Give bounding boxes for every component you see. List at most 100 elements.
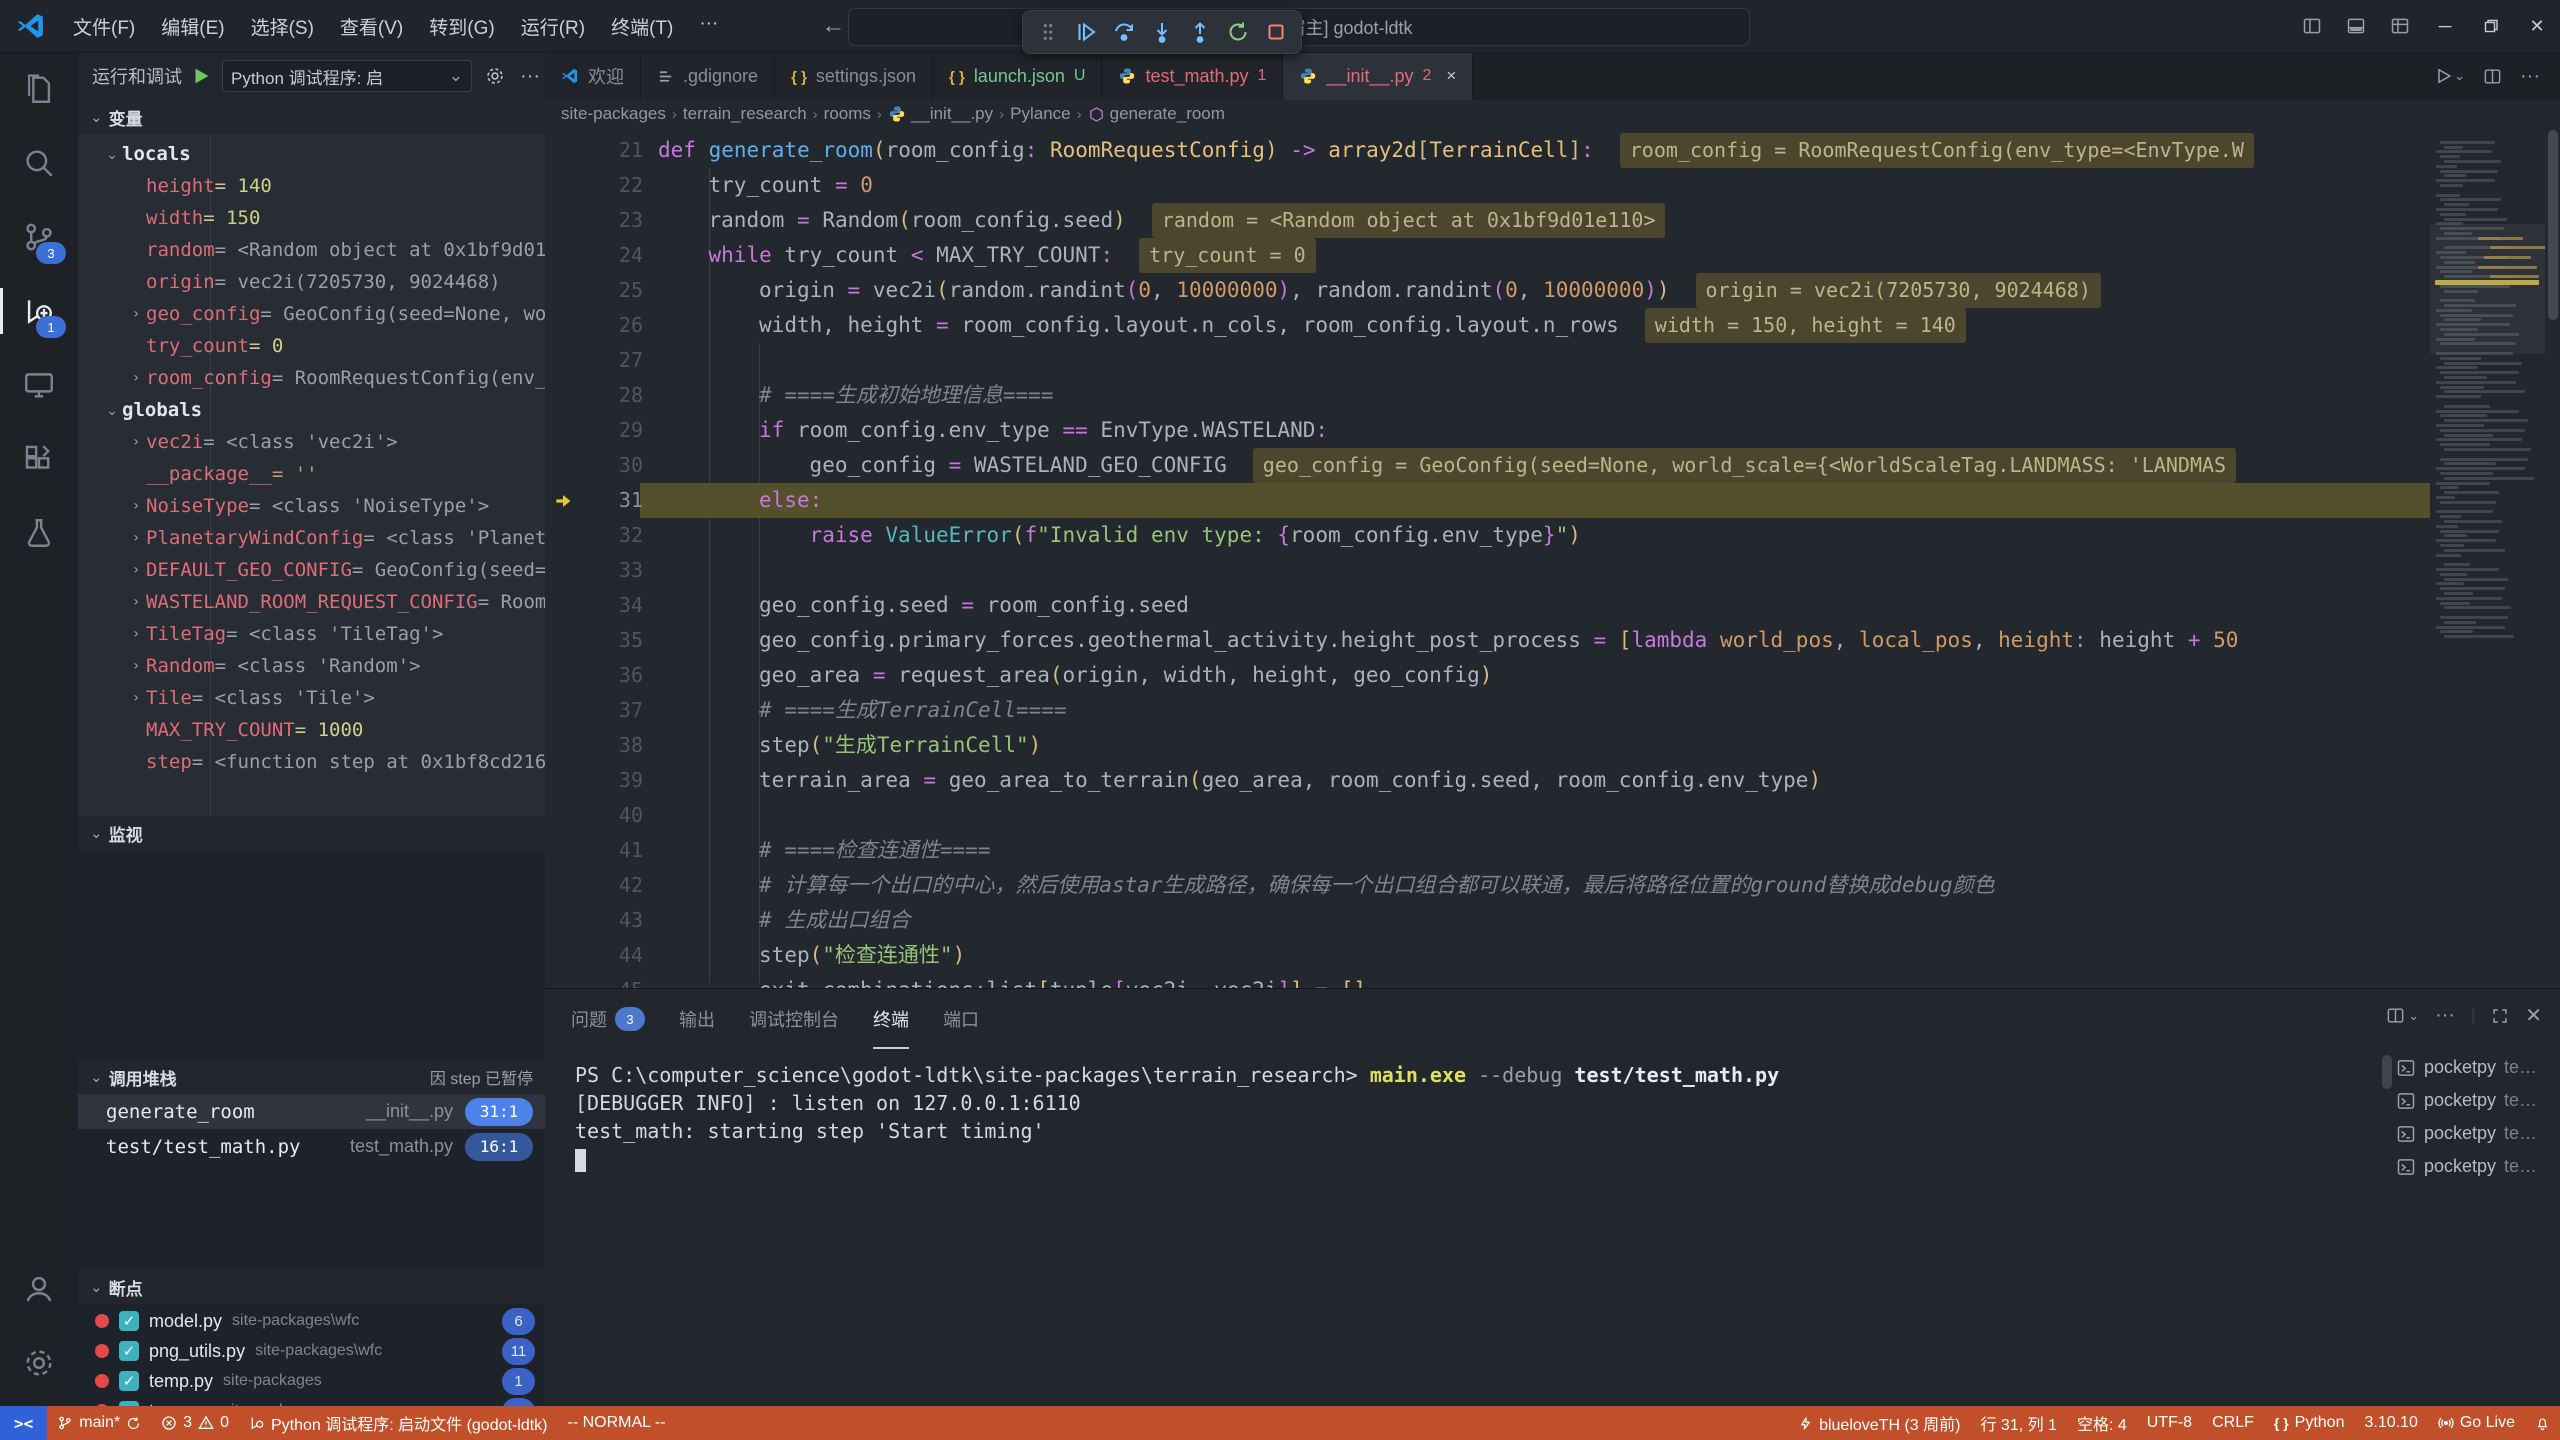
variable-row[interactable]: origin = vec2i(7205730, 9024468) [78,266,545,298]
breakpoint-checkbox[interactable]: ✓ [119,1311,139,1331]
toggle-sidebar-icon[interactable] [2290,0,2334,52]
breakpoint-row[interactable]: ✓model.pysite-packages\wfc6 [78,1306,545,1336]
tab-settings.json[interactable]: { }settings.json [775,52,933,100]
variable-group[interactable]: ⌄locals [78,138,545,170]
activity-explorer[interactable] [0,52,78,126]
minimap[interactable] [2430,128,2545,988]
run-python-icon[interactable]: ⌄ [2434,66,2465,86]
variable-row[interactable]: random = <Random object at 0x1bf9d01e… [78,234,545,266]
menu-item[interactable]: 选择(S) [238,7,327,46]
activity-settings-gear[interactable] [0,1326,78,1400]
stop-icon[interactable] [1259,15,1293,49]
menu-item[interactable]: 转到(G) [416,7,507,46]
terminal-output[interactable]: PS C:\computer_science\godot-ldtk\site-p… [575,1061,2385,1391]
toggle-panel-icon[interactable] [2334,0,2378,52]
editor-scrollbar[interactable] [2546,128,2560,988]
breadcrumb-item[interactable]: terrain_research [683,104,807,124]
tab-test_math.py[interactable]: test_math.py1 [1102,52,1283,100]
section-watch[interactable]: ⌄监视 [78,816,545,850]
terminal-instance[interactable]: pocketpyte… [2396,1150,2546,1183]
close-icon[interactable]: × [1446,66,1456,86]
minimize-button[interactable]: ─ [2422,0,2468,52]
status-item-UTF-8[interactable]: UTF-8 [2137,1406,2202,1440]
debug-gear-icon[interactable] [484,65,506,87]
activity-testing[interactable] [0,496,78,570]
status-item-bell[interactable] [2525,1406,2560,1440]
start-debug-icon[interactable] [190,65,212,87]
debug-config-select[interactable]: Python 调试程序: 启 ⌄ [222,60,472,92]
variable-row[interactable]: try_count = 0 [78,330,545,362]
menu-item[interactable]: 终端(T) [598,7,686,46]
variable-row[interactable]: ›room_config = RoomRequestConfig(env_t… [78,362,545,394]
activity-source-control[interactable]: 3 [0,200,78,274]
menu-item[interactable]: 查看(V) [327,7,416,46]
variable-row[interactable]: height = 140 [78,170,545,202]
variable-row[interactable]: ›NoiseType = <class 'NoiseType'> [78,490,545,522]
split-terminal-icon[interactable]: ⌄ [2386,1006,2419,1025]
section-variables[interactable]: ⌄变量 [78,100,545,134]
status-item-main-[interactable]: main* [47,1406,151,1440]
variable-row[interactable]: MAX_TRY_COUNT = 1000 [78,714,545,746]
status-item--NORMAL-[interactable]: -- NORMAL -- [558,1406,676,1440]
status-item-Go-Live[interactable]: Go Live [2428,1406,2525,1440]
maximize-button[interactable] [2468,0,2514,52]
customize-layout-icon[interactable] [2378,0,2422,52]
menu-item[interactable]: 文件(F) [60,7,148,46]
breadcrumb-item[interactable]: site-packages [561,104,666,124]
variable-row[interactable]: step = <function step at 0x1bf8cd216d [78,746,545,778]
variable-row[interactable]: ›vec2i = <class 'vec2i'> [78,426,545,458]
more-actions-icon[interactable]: ··· [520,65,540,88]
status-item--31-1[interactable]: 行 31, 列 1 [1970,1406,2066,1440]
terminal-instance[interactable]: pocketpyte… [2396,1117,2546,1150]
menu-item[interactable]: 编辑(E) [148,7,237,46]
panel-tab-终端[interactable]: 终端 [873,989,909,1049]
breakpoint-row[interactable]: ✓temp.pysite-packages58 [78,1396,545,1406]
step-into-icon[interactable] [1145,15,1179,49]
variable-row[interactable]: ›TileTag = <class 'TileTag'> [78,618,545,650]
activity-remote-explorer[interactable] [0,348,78,422]
menu-item[interactable]: 运行(R) [508,7,598,46]
remote-indicator[interactable]: >< [0,1406,47,1440]
status-item-blueloveTH-3-[interactable]: blueloveTH (3 周前) [1788,1406,1970,1440]
status-item--4[interactable]: 空格: 4 [2067,1406,2137,1440]
breadcrumb-item[interactable]: Pylance [1010,104,1070,124]
variable-group[interactable]: ⌄globals [78,394,545,426]
restart-icon[interactable] [1221,15,1255,49]
code-editor[interactable]: 2021def generate_room(room_config: RoomR… [545,128,2430,988]
panel-scrollbar[interactable] [2382,1055,2392,1089]
breakpoint-row[interactable]: ✓png_utils.pysite-packages\wfc11 [78,1336,545,1366]
section-call-stack[interactable]: ⌄调用堆栈因 step 已暂停 [78,1060,545,1094]
variable-row[interactable]: ›Tile = <class 'Tile'> [78,682,545,714]
variable-row[interactable]: ›geo_config = GeoConfig(seed=None, wor… [78,298,545,330]
tab-launch.json[interactable]: { }launch.jsonU [933,52,1102,100]
maximize-panel-icon[interactable] [2491,1007,2509,1025]
variable-row[interactable]: ›DEFAULT_GEO_CONFIG = GeoConfig(seed=1… [78,554,545,586]
close-panel-icon[interactable]: ✕ [2525,1003,2542,1028]
terminal-instance[interactable]: pocketpyte… [2396,1051,2546,1084]
step-over-icon[interactable] [1107,15,1141,49]
variable-row[interactable]: ›WASTELAND_ROOM_REQUEST_CONFIG = RoomR… [78,586,545,618]
panel-tab-端口[interactable]: 端口 [943,989,979,1049]
split-editor-icon[interactable] [2483,67,2502,86]
breakpoint-row[interactable]: ✓temp.pysite-packages1 [78,1366,545,1396]
step-out-icon[interactable] [1183,15,1217,49]
call-stack-frame[interactable]: test/test_math.pytest_math.py16:1 [78,1129,545,1164]
tab-.gdignore[interactable]: .gdignore [641,52,775,100]
activity-account[interactable] [0,1252,78,1326]
variable-row[interactable]: width = 150 [78,202,545,234]
nav-back-icon[interactable]: ← [821,12,845,40]
breadcrumb-item[interactable]: rooms [824,104,871,124]
panel-tab-问题[interactable]: 问题3 [571,989,645,1049]
continue-icon[interactable] [1069,15,1103,49]
section-breakpoints[interactable]: ⌄断点 [78,1270,545,1304]
close-button[interactable]: ✕ [2514,0,2560,52]
activity-run-debug[interactable]: 1 [0,274,78,348]
variable-row[interactable]: __package__ = '' [78,458,545,490]
panel-more-icon[interactable]: ··· [2435,1004,2455,1027]
status-item-Python-godot-ldtk-[interactable]: Python 调试程序: 启动文件 (godot-ldtk) [239,1406,558,1440]
tab--[interactable]: 欢迎 [545,52,641,100]
editor-more-icon[interactable]: ··· [2520,65,2540,88]
panel-tab-输出[interactable]: 输出 [679,989,715,1049]
panel-tab-调试控制台[interactable]: 调试控制台 [749,989,839,1049]
breakpoint-checkbox[interactable]: ✓ [119,1341,139,1361]
